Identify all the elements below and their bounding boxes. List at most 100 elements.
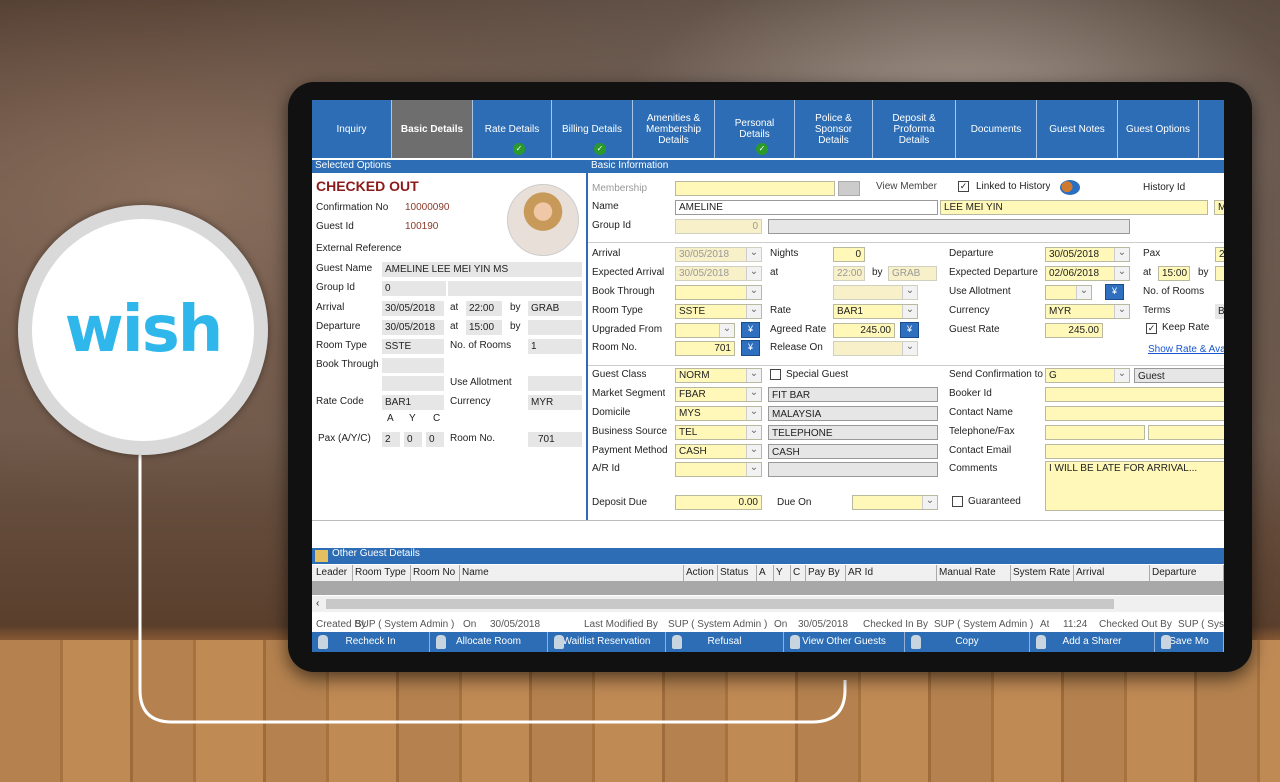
tab-deposit-proforma-details[interactable]: Deposit & Proforma Details — [873, 100, 956, 158]
column-header[interactable]: C — [791, 565, 806, 581]
keep-rate-checkbox[interactable]: ✓ — [1146, 323, 1157, 334]
book-through-extra-dropdown[interactable] — [833, 285, 918, 300]
group-id-input[interactable]: 0 — [675, 219, 762, 234]
guest-rate-input[interactable]: 245.00 — [1045, 323, 1103, 338]
email-input[interactable] — [1045, 444, 1224, 459]
payment-dropdown[interactable]: CASH — [675, 444, 762, 459]
domicile-dropdown[interactable]: MYS — [675, 406, 762, 421]
tab-label: Amenities & Membership Details — [645, 112, 702, 146]
source-dropdown[interactable]: TEL — [675, 425, 762, 440]
copy-button[interactable]: Copy — [905, 632, 1030, 652]
status-item: 30/05/2018 — [798, 619, 849, 630]
tab-basic-details[interactable]: Basic Details — [392, 100, 473, 158]
add-a-sharer-button[interactable]: Add a Sharer — [1030, 632, 1155, 652]
tab-guest-notes[interactable]: Guest Notes — [1037, 100, 1118, 158]
terms-field[interactable]: B — [1215, 304, 1224, 319]
book-through-dropdown[interactable] — [675, 285, 762, 300]
exp-departure-dropdown[interactable]: 02/06/2018 — [1045, 266, 1130, 281]
ar-desc-field — [768, 462, 938, 477]
expand-button-rate[interactable]: ¥ — [900, 322, 919, 338]
room-no-input[interactable]: 701 — [675, 341, 735, 356]
label-confirmation-value: 10000090 — [405, 202, 450, 213]
tab-personal-details[interactable]: Personal Details ✓ — [715, 100, 795, 158]
exp-arrival-by[interactable]: GRAB — [888, 266, 937, 281]
expand-button-room[interactable]: ¥ — [741, 340, 760, 356]
expand-button-allotment[interactable]: ¥ — [1105, 284, 1124, 300]
separator-2 — [588, 365, 1224, 366]
save-mo-button[interactable]: Save Mo — [1155, 632, 1224, 652]
send-conf-desc: Guest — [1134, 368, 1224, 383]
departure-dropdown[interactable]: 30/05/2018 — [1045, 247, 1130, 262]
tab-guest-options[interactable]: Guest Options — [1118, 100, 1199, 158]
refusal-button[interactable]: Refusal — [666, 632, 784, 652]
waitlist-reservation-button[interactable]: Waitlist Reservation — [548, 632, 666, 652]
exp-departure-by[interactable] — [1215, 266, 1224, 281]
first-name-input[interactable]: AMELINE — [675, 200, 938, 215]
column-header[interactable]: Status — [718, 565, 757, 581]
scrollbar-thumb[interactable] — [326, 599, 1114, 609]
rooms-field: 1 — [528, 339, 582, 354]
tab-billing-details[interactable]: Billing Details ✓ — [552, 100, 633, 158]
title-input[interactable]: M — [1214, 200, 1224, 215]
arrival-date-field: 30/05/2018 — [382, 301, 444, 316]
telephone-input[interactable] — [1045, 425, 1145, 440]
recheck-in-button[interactable]: Recheck In — [312, 632, 430, 652]
release-on-dropdown[interactable] — [833, 341, 918, 356]
special-guest-checkbox[interactable] — [770, 369, 781, 380]
deposit-input[interactable]: 0.00 — [675, 495, 762, 510]
column-header[interactable]: Departure — [1150, 565, 1224, 581]
column-header[interactable]: Y — [774, 565, 791, 581]
pax-input[interactable]: 2 — [1215, 247, 1224, 262]
exp-arrival-time[interactable]: 22:00 — [833, 266, 865, 281]
tab-documents[interactable]: Documents — [956, 100, 1037, 158]
guest-class-dropdown[interactable]: NORM — [675, 368, 762, 383]
column-header[interactable]: Action — [684, 565, 718, 581]
nights-input[interactable]: 0 — [833, 247, 865, 262]
exp-arrival-dropdown[interactable]: 30/05/2018 — [675, 266, 762, 281]
booker-input[interactable] — [1045, 387, 1224, 402]
column-header[interactable]: System Rate — [1011, 565, 1074, 581]
column-header[interactable]: Manual Rate — [937, 565, 1011, 581]
column-header[interactable]: Room Type — [353, 565, 411, 581]
column-header[interactable]: AR Id — [846, 565, 937, 581]
agreed-rate-input[interactable]: 245.00 — [833, 323, 895, 338]
use-allotment-dropdown[interactable] — [1045, 285, 1092, 300]
label-arrival: Arrival — [592, 248, 621, 259]
exp-departure-time[interactable]: 15:00 — [1158, 266, 1190, 281]
fax-input[interactable] — [1148, 425, 1224, 440]
book-through-extra — [382, 376, 444, 391]
column-header[interactable]: Arrival — [1074, 565, 1150, 581]
allocate-room-button[interactable]: Allocate Room — [430, 632, 548, 652]
column-header[interactable]: A — [757, 565, 774, 581]
last-name-input[interactable]: LEE MEI YIN — [940, 200, 1208, 215]
label-show-rate-link[interactable]: Show Rate & Avai — [1148, 343, 1224, 357]
tab-police-sponsor-details[interactable]: Police & Sponsor Details — [795, 100, 873, 158]
ar-dropdown[interactable] — [675, 462, 762, 477]
tab-rate-details[interactable]: Rate Details ✓ — [473, 100, 552, 158]
tab-inquiry[interactable]: Inquiry — [312, 100, 392, 158]
due-on-dropdown[interactable] — [852, 495, 938, 510]
column-header[interactable]: Room No — [411, 565, 460, 581]
market-dropdown[interactable]: FBAR — [675, 387, 762, 402]
label-guest-id-value: 100190 — [405, 221, 439, 232]
contact_name-input[interactable] — [1045, 406, 1224, 421]
view-other-guests-button[interactable]: View Other Guests — [784, 632, 905, 652]
upgraded-dropdown[interactable] — [675, 323, 735, 338]
tab-amenities-membership-details[interactable]: Amenities & Membership Details — [633, 100, 715, 158]
column-header[interactable]: Pay By — [806, 565, 846, 581]
arrival-dropdown[interactable]: 30/05/2018 — [675, 247, 762, 262]
column-header[interactable]: Leader — [314, 565, 353, 581]
comments-textarea[interactable]: I WILL BE LATE FOR ARRIVAL... — [1045, 461, 1224, 511]
tab-g[interactable]: G — [1199, 100, 1224, 158]
membership-input[interactable] — [675, 181, 835, 196]
guaranteed-checkbox[interactable] — [952, 496, 963, 507]
search-button[interactable] — [838, 181, 860, 196]
send-conf-dropdown[interactable]: G — [1045, 368, 1130, 383]
linked-history-checkbox[interactable]: ✓ — [958, 181, 969, 192]
column-header[interactable]: Name — [460, 565, 684, 581]
expand-button-upgraded[interactable]: ¥ — [741, 322, 760, 338]
room-type-dropdown[interactable]: SSTE — [675, 304, 762, 319]
rate-dropdown[interactable]: BAR1 — [833, 304, 918, 319]
currency-dropdown[interactable]: MYR — [1045, 304, 1130, 319]
check-icon: ✓ — [594, 143, 606, 155]
